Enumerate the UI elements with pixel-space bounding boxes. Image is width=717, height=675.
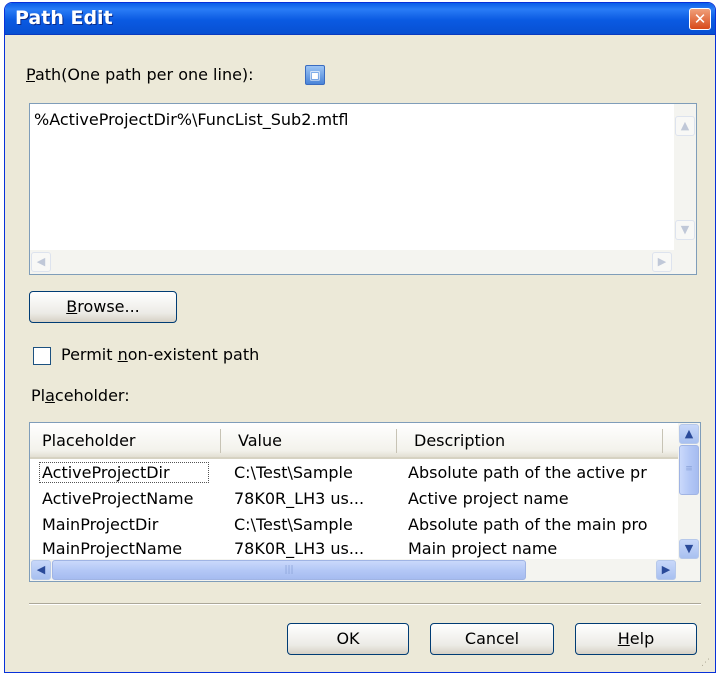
cell-placeholder: MainProjectDir xyxy=(42,515,159,534)
path-textarea-value: %ActiveProjectDir%\FuncList_Sub2.mtfl xyxy=(34,110,349,129)
column-header-placeholder[interactable]: Placeholder xyxy=(30,423,220,457)
placeholder-label-before: Pl xyxy=(31,386,46,405)
permit-label-mnemonic: n xyxy=(117,345,128,364)
cell-description: Absolute path of the active pr xyxy=(408,463,647,482)
path-label: Path(One path per one line): xyxy=(26,65,254,84)
permit-label-after: on-existent path xyxy=(127,345,260,364)
dialog-title: Path Edit xyxy=(15,7,113,29)
vertical-scroll-thumb[interactable]: ≡ xyxy=(679,445,699,495)
close-icon: ✕ xyxy=(693,10,707,28)
placeholder-list-header: Placeholder Value Description xyxy=(30,423,680,459)
placeholder-label-mnemonic: a xyxy=(45,386,55,405)
permit-nonexistent-checkbox[interactable] xyxy=(33,347,51,365)
cell-placeholder: ActiveProjectName xyxy=(42,489,194,508)
title-bar[interactable]: Path Edit ✕ xyxy=(5,3,715,35)
placeholder-list[interactable]: Placeholder Value Description ActiveProj… xyxy=(29,422,701,582)
scroll-up-arrow-icon[interactable]: ▲ xyxy=(675,116,695,136)
help-mnemonic: H xyxy=(617,629,630,648)
path-vertical-scrollbar[interactable]: ▲ ▼ xyxy=(674,104,696,250)
browse-mnemonic: B xyxy=(66,297,78,316)
scroll-right-arrow-icon[interactable]: ▶ xyxy=(652,252,672,272)
scroll-down-arrow-icon[interactable]: ▼ xyxy=(675,220,695,240)
ok-button[interactable]: OK xyxy=(287,623,409,655)
cell-description: Absolute path of the main pro xyxy=(408,515,648,534)
cell-placeholder: ActiveProjectDir xyxy=(39,462,209,483)
cancel-button[interactable]: Cancel xyxy=(430,623,554,655)
permit-label-before: Permit xyxy=(61,345,118,364)
cell-value: C:\Test\Sample xyxy=(234,463,353,482)
path-help-button[interactable]: ▣ xyxy=(305,65,325,85)
cancel-label: Cancel xyxy=(464,629,520,648)
cell-value: 78K0R_LH3 us... xyxy=(234,489,365,508)
footer-divider xyxy=(29,603,701,605)
placeholder-label-after: ceholder: xyxy=(54,386,130,405)
permit-nonexistent-label[interactable]: Permit non-existent path xyxy=(61,345,259,364)
column-separator[interactable] xyxy=(396,429,397,453)
table-row[interactable]: ActiveProjectDir C:\Test\Sample Absolute… xyxy=(30,462,680,483)
placeholder-horizontal-scrollbar[interactable]: ◀ ||| ▶ xyxy=(30,559,700,581)
scroll-up-arrow-icon[interactable]: ▲ xyxy=(679,424,699,444)
placeholder-label: Placeholder: xyxy=(31,386,130,405)
browse-label: rowse... xyxy=(77,297,140,316)
cell-description: Main project name xyxy=(408,539,558,558)
scroll-down-arrow-icon[interactable]: ▼ xyxy=(679,539,699,559)
help-label: elp xyxy=(629,629,655,648)
horizontal-scroll-thumb[interactable]: ||| xyxy=(52,560,526,580)
path-label-mnemonic: P xyxy=(26,65,35,84)
browse-button[interactable]: Browse... xyxy=(29,291,177,323)
path-textarea[interactable]: %ActiveProjectDir%\FuncList_Sub2.mtfl ▲ … xyxy=(29,103,697,275)
path-label-text: ath(One path per one line): xyxy=(34,65,254,84)
table-row[interactable]: ActiveProjectName 78K0R_LH3 us... Active… xyxy=(30,489,680,509)
column-header-value[interactable]: Value xyxy=(226,423,396,457)
cell-value: 78K0R_LH3 us... xyxy=(234,539,365,558)
path-edit-dialog: Path Edit ✕ Path(One path per one line):… xyxy=(4,2,716,673)
placeholder-vertical-scrollbar[interactable]: ▲ ≡ ▼ xyxy=(678,423,700,561)
close-button[interactable]: ✕ xyxy=(689,8,711,30)
cell-description: Active project name xyxy=(408,489,569,508)
path-horizontal-scrollbar[interactable]: ◀ ▶ xyxy=(30,250,696,274)
resize-grip-icon[interactable]: ⋰ xyxy=(701,658,713,670)
ok-label: OK xyxy=(336,629,360,648)
column-separator[interactable] xyxy=(220,429,221,453)
column-separator[interactable] xyxy=(662,429,663,453)
scroll-left-arrow-icon[interactable]: ◀ xyxy=(31,252,51,272)
info-icon: ▣ xyxy=(309,68,321,82)
cell-value: C:\Test\Sample xyxy=(234,515,353,534)
help-button[interactable]: Help xyxy=(575,623,697,655)
cell-placeholder: MainProjectName xyxy=(42,539,183,558)
table-row[interactable]: MainProjectDir C:\Test\Sample Absolute p… xyxy=(30,515,680,535)
scroll-left-arrow-icon[interactable]: ◀ xyxy=(31,560,51,580)
column-header-description[interactable]: Description xyxy=(402,423,662,457)
table-row[interactable]: MainProjectName 78K0R_LH3 us... Main pro… xyxy=(30,539,680,559)
scroll-right-arrow-icon[interactable]: ▶ xyxy=(656,560,676,580)
